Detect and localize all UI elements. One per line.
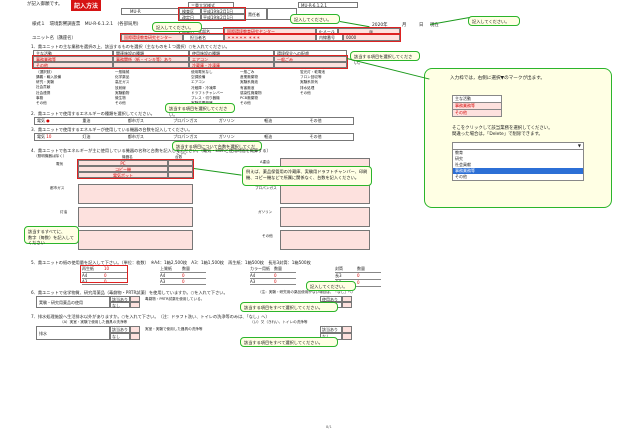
s4-label-a-oil: A重油 <box>260 160 270 164</box>
s4-label-propane: プロパンガス <box>255 186 277 190</box>
connector-help <box>346 58 430 80</box>
callout-fill-title: 記入してください。 <box>152 22 202 32</box>
day-label: 日 <box>419 23 424 28</box>
s1-options-a: 講義・輸入設備 研究・実験 社会貢献 社会連携 事務 その他 <box>36 75 62 106</box>
callout-machine-example: 例えば、薬品保管用の冷蔵庫、実験用ドラフトチャンバー、印刷機、コピー機などで所属… <box>242 166 372 186</box>
s4-label-other: その他 <box>262 234 273 238</box>
help-dropdown[interactable]: ▼ 教育 研究 社会貢献 事務業務等 その他 <box>452 142 584 181</box>
s7-sub1: （A）実室・実験で使用した器具の洗浄等 <box>60 320 128 324</box>
s6-nouse-input[interactable] <box>342 302 352 308</box>
s4-label-kerosene: 灯油 <box>60 210 68 214</box>
s3-item[interactable]: 電気 10 <box>35 134 80 140</box>
s7-use-input[interactable] <box>342 326 352 333</box>
help-intro-text: 入力枠では，右側に選択▼のマークが出ます。 <box>450 76 545 81</box>
callout-select-s7: 該当する項目をすべて選択してください。 <box>240 337 338 347</box>
s4-city-gas-field[interactable] <box>78 184 193 204</box>
admin-label-cell: 責任者 <box>245 8 267 20</box>
s6-no-input[interactable] <box>130 302 140 308</box>
s4-kerosene-field[interactable] <box>78 207 193 227</box>
dropdown-header[interactable]: ▼ <box>453 143 583 150</box>
s3-item[interactable]: 軽油 <box>262 134 307 140</box>
s7-nouse-input[interactable] <box>342 333 352 340</box>
s1-options-e: 蛍光灯・乾電池 フロン回収等 実験系排気 排水処理 その他 <box>300 70 326 95</box>
s3-item[interactable]: その他 <box>308 134 353 140</box>
s3-item[interactable]: 灯油 <box>80 134 125 140</box>
s7-row-label: 排水 <box>36 326 110 340</box>
s2-item: 都市ガス <box>127 118 144 123</box>
s1-options-b: 一般機械 化学薬品 高圧ガス 放射線 実験動物 微生物 その他 <box>115 70 130 106</box>
dept-highlight <box>223 27 401 35</box>
mini-list-item[interactable]: 事務業務等 <box>453 103 501 110</box>
callout-numbers: 該当するすべてに、 数字（毎数）を記入してください <box>24 226 79 245</box>
header-note: が記入御願です。 <box>27 2 63 7</box>
connector-machine <box>193 168 242 176</box>
s6-no-label: なし <box>110 302 130 308</box>
s7-use-label: 該当あり <box>320 326 342 333</box>
mini-list-item: 主な活動 <box>453 96 501 103</box>
s2-item: 電気 ● <box>37 118 50 123</box>
s2-item: 重油 <box>82 118 91 123</box>
s7-yes-input[interactable] <box>130 326 140 333</box>
s3-energy-row: 電気 10 灯油 都市ガス プロパンガス ガソリン 軽油 その他 <box>34 133 354 141</box>
callout-select-s1: 該当する項目を選択してください。 <box>350 51 420 65</box>
mu-cell: MU-R <box>121 8 179 15</box>
s3-item[interactable]: プロパンガス <box>171 134 216 140</box>
s4-gasoline-field[interactable] <box>280 207 370 227</box>
header-date-highlight <box>178 7 246 21</box>
s3-item[interactable]: 都市ガス <box>126 134 171 140</box>
s7-no-input[interactable] <box>130 333 140 340</box>
form-title: 様式１ 環境影響調査票 MU-R-6.1.2.1 (各部局用) <box>32 22 139 27</box>
s2-item: ガソリン <box>218 118 235 123</box>
s2-energy-row: 電気 ● 重油 都市ガス プロパンガス ガソリン 軽油 その他 <box>34 117 354 125</box>
help-mini-list: 主な活動 事務業務等 その他 <box>452 95 502 117</box>
s4-label-electric: 電気 <box>56 162 64 166</box>
s4-other-field[interactable] <box>280 230 370 250</box>
callout-fill-s5: 記入してください。 <box>306 281 356 291</box>
s3-item[interactable]: ガソリン <box>217 134 262 140</box>
s2-item: その他 <box>309 118 322 123</box>
s2-item: 軽油 <box>264 118 273 123</box>
page-number: 8/1 <box>326 425 332 429</box>
mini-list-item[interactable]: その他 <box>453 110 501 116</box>
s5-upper-group: 上質紙 数量 A4 0 A3 0 <box>160 266 206 285</box>
s4-sub: （照明機器は除く） <box>34 154 67 158</box>
s4-propane-field[interactable] <box>280 184 370 204</box>
month-label: 月 <box>402 23 407 28</box>
callout-fill-date: 記入してください。 <box>468 16 520 26</box>
s7-no-label: なし <box>110 333 130 340</box>
s4-diesel-field[interactable] <box>78 230 193 250</box>
s4-label-gasoline: ガソリン <box>258 210 273 214</box>
s4-label-city-gas: 都市ガス <box>50 186 65 190</box>
s1-options-d: 一般ごみ 産業廃棄物 実験系廃液 有害廃液 感染性廃棄物 PCB廃棄物 その他 <box>240 70 262 106</box>
help-mid-text-2: 間違った場合は，「Delete」で削除できます。 <box>452 132 543 137</box>
callout-select-s6: 該当する項目をすべて選択してください。 <box>240 302 338 312</box>
s7-yes-label: 該当あり <box>110 326 130 333</box>
s4-highlight <box>77 159 194 179</box>
callout-select-s2: 該当する項目を選択してください。 <box>165 103 235 117</box>
section4-title: 4．貴ユニットで各エネルギーが主に使用している機器の名称と台数を記入してください… <box>31 148 271 153</box>
s7-sub2: （い）又（きれい、トイレの洗浄等 <box>250 320 308 324</box>
form-code-cell: MU-R-6.1.2.1 <box>298 2 358 8</box>
instruction-badge: 記入方法 <box>71 0 102 11</box>
s6-row-label: 実験・研究用薬品の使用 <box>36 296 110 308</box>
s1-row-highlight <box>32 55 348 69</box>
s7-detail: 実室・実験で使用した器具の洗浄等 <box>145 327 203 331</box>
s5-paper-highlight <box>80 265 128 283</box>
s2-item: プロパンガス <box>173 118 198 123</box>
s6-detail: 毒劇物・PRTR試薬を使用している。 <box>145 297 205 301</box>
s5-color-group: カラー用紙 数量 A4 0 A3 0 <box>250 266 296 285</box>
dropdown-option[interactable]: その他 <box>453 174 583 180</box>
help-panel <box>424 68 612 208</box>
unit-label: ユニット名（講座名） <box>32 36 76 41</box>
callout-fill-unit: 記入してください。 <box>290 14 340 24</box>
